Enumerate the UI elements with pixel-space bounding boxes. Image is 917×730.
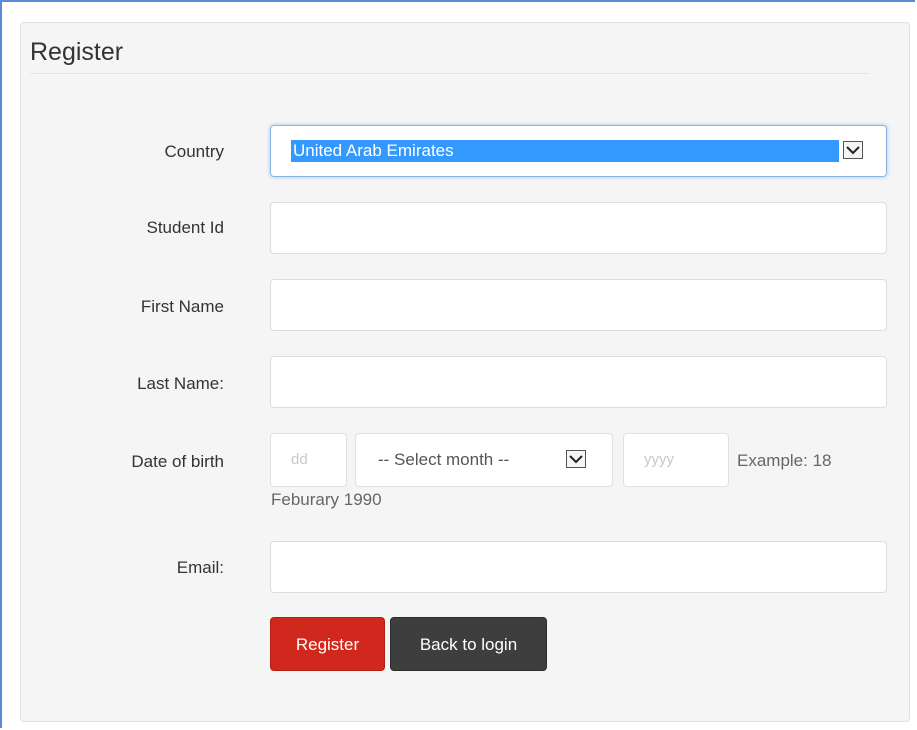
country-selected-value: United Arab Emirates: [291, 140, 839, 162]
birth-day-input[interactable]: dd: [270, 433, 347, 487]
last-name-input[interactable]: [270, 356, 887, 408]
date-of-birth-label: Date of birth: [131, 452, 224, 471]
form-title: Register: [30, 38, 870, 74]
email-input[interactable]: [270, 541, 887, 593]
country-select[interactable]: United Arab Emirates: [270, 125, 887, 177]
last-name-label: Last Name:: [137, 374, 224, 393]
chevron-down-icon[interactable]: [843, 141, 863, 159]
chevron-down-icon[interactable]: [566, 450, 586, 468]
student-id-label: Student Id: [146, 218, 224, 237]
birth-month-selected-value: -- Select month --: [378, 450, 510, 469]
email-label: Email:: [176, 558, 224, 577]
first-name-input[interactable]: [270, 279, 887, 331]
date-example-help: Example: 18: [737, 451, 832, 470]
student-id-input[interactable]: [270, 202, 887, 254]
birth-year-input[interactable]: yyyy: [623, 433, 729, 487]
birth-month-select[interactable]: -- Select month --: [355, 433, 613, 487]
register-button[interactable]: Register: [270, 617, 385, 671]
country-label: Country: [164, 142, 224, 161]
back-to-login-button[interactable]: Back to login: [390, 617, 547, 671]
date-example-help-continued: Feburary 1990: [271, 490, 382, 509]
first-name-label: First Name: [140, 297, 224, 316]
